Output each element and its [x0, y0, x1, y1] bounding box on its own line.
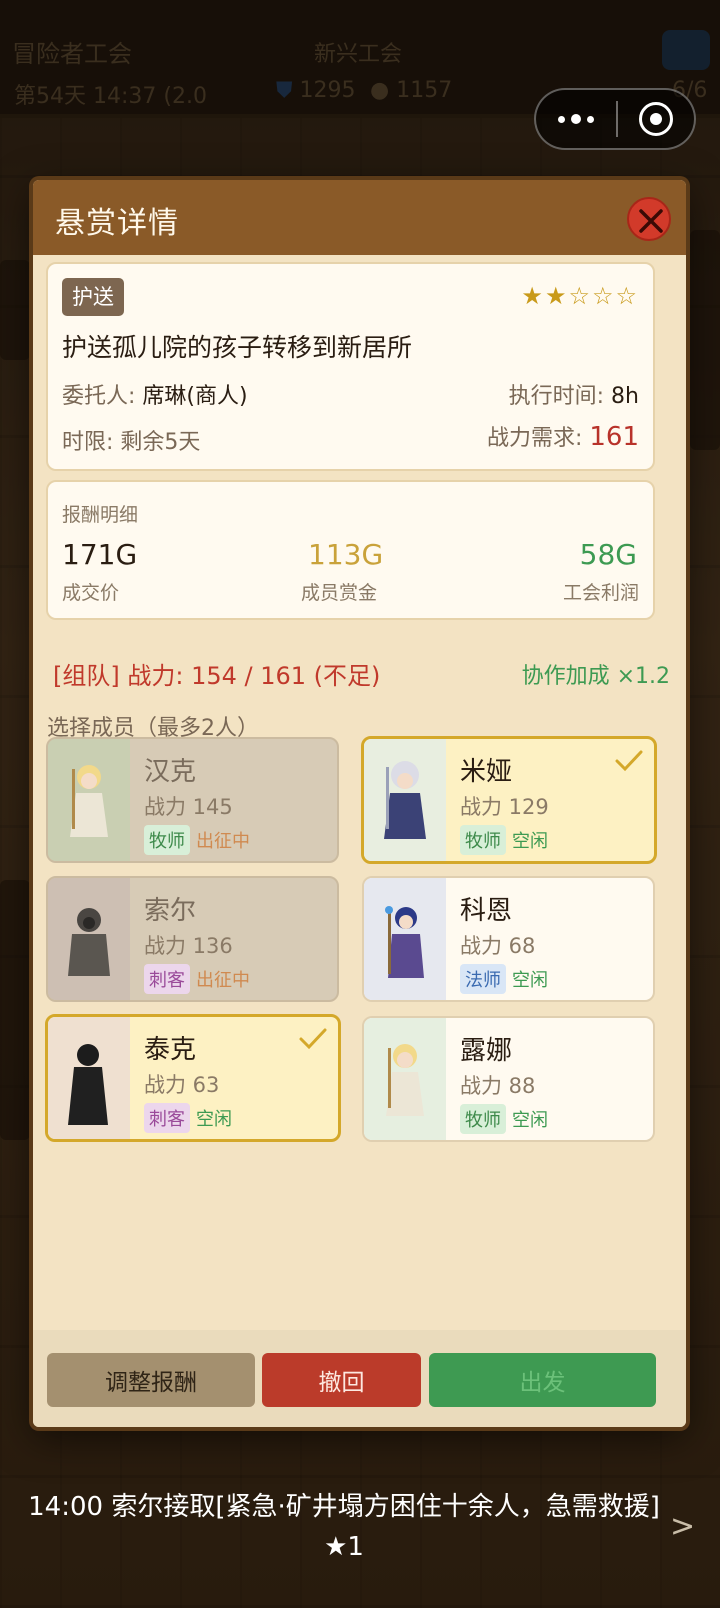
- member-portrait: [364, 739, 446, 861]
- member-power: 战力 88: [460, 1074, 536, 1098]
- coop-bonus: 协作加成 ×1.2: [521, 664, 670, 689]
- member-tags: 牧师 空闲: [460, 825, 548, 855]
- power-requirement: 161: [589, 422, 639, 452]
- member-portrait: [364, 1018, 446, 1140]
- modal-footer: 调整报酬 撤回 出发: [33, 1330, 686, 1427]
- member-bounty-label: 成员赏金: [301, 582, 378, 604]
- member-power: 战力 145: [144, 795, 233, 819]
- dot-icon: [571, 114, 581, 124]
- chevron-right-icon[interactable]: >: [670, 1509, 695, 1544]
- member-name: 泰克: [144, 1035, 197, 1065]
- member-portrait: [364, 878, 446, 1000]
- member-portrait: [48, 739, 130, 861]
- client-row: 委托人: 席琳(商人): [62, 384, 248, 409]
- class-tag: 法师: [460, 964, 506, 994]
- more-options-button[interactable]: [536, 90, 616, 148]
- bounty-detail-modal: 悬赏详情 护送 ★★☆☆☆ 护送孤儿院的孩子转移到新居所 委托人: 席琳(商人)…: [33, 180, 686, 1427]
- member-power: 战力 68: [460, 934, 536, 958]
- member-tags: 刺客 空闲: [144, 1103, 232, 1133]
- member-card[interactable]: 泰克 战力 63 刺客 空闲: [45, 1014, 341, 1142]
- guild-profit-label: 工会利润: [562, 582, 639, 604]
- member-name: 米娅: [460, 757, 513, 787]
- modal-header: 悬赏详情: [33, 180, 686, 255]
- quest-title: 护送孤儿院的孩子转移到新居所: [62, 333, 413, 362]
- difficulty-stars: ★★☆☆☆: [521, 282, 639, 310]
- power-requirement-row: 战力需求: 161: [486, 422, 639, 452]
- reward-card: 报酬明细 171G 成交价 113G 成员赏金 58G 工会利润: [46, 480, 655, 620]
- deal-price: 171G: [62, 538, 138, 571]
- class-tag: 牧师: [460, 825, 506, 855]
- deadline-value: 剩余5天: [120, 430, 201, 455]
- miniprogram-capsule: [534, 88, 696, 150]
- member-tags: 牧师 出征中: [144, 825, 250, 855]
- adjust-reward-button[interactable]: 调整报酬: [47, 1353, 255, 1407]
- quest-type-badge: 护送: [62, 278, 124, 316]
- star-empty-icon: ☆☆☆: [568, 282, 639, 310]
- member-name: 汉克: [144, 757, 197, 787]
- member-status: 空闲: [512, 970, 548, 991]
- member-status: 出征中: [196, 970, 250, 991]
- deal-price-label: 成交价: [62, 582, 120, 604]
- member-card[interactable]: 科恩 战力 68 法师 空闲: [362, 876, 655, 1002]
- class-tag: 刺客: [144, 964, 190, 994]
- member-name: 索尔: [144, 896, 197, 926]
- check-icon: [299, 1028, 327, 1050]
- guild-profit: 58G: [579, 538, 637, 571]
- member-card[interactable]: 米娅 战力 129 牧师 空闲: [361, 736, 657, 864]
- dot-icon: [558, 115, 565, 123]
- depart-button[interactable]: 出发: [429, 1353, 656, 1407]
- member-card[interactable]: 露娜 战力 88 牧师 空闲: [362, 1016, 655, 1142]
- member-portrait: [48, 1017, 130, 1139]
- quest-info-card: 护送 ★★☆☆☆ 护送孤儿院的孩子转移到新居所 委托人: 席琳(商人) 执行时间…: [46, 262, 655, 471]
- deadline-row: 时限: 剩余5天: [62, 430, 201, 455]
- ticker-text: 14:00 索尔接取[紧急·矿井塌方困住十余人，急需救援] ★1: [28, 1492, 660, 1562]
- member-status: 空闲: [196, 1109, 232, 1130]
- class-tag: 牧师: [144, 825, 190, 855]
- exit-miniprogram-button[interactable]: [618, 102, 694, 136]
- class-tag: 刺客: [144, 1103, 190, 1133]
- member-status: 空闲: [512, 831, 548, 852]
- dot-icon: [587, 115, 594, 123]
- member-name: 科恩: [460, 896, 513, 926]
- team-power-summary: [组队] 战力: 154 / 161 (不足): [53, 662, 381, 690]
- member-power: 战力 63: [144, 1073, 220, 1097]
- target-icon: [639, 102, 673, 136]
- member-status: 出征中: [196, 831, 250, 852]
- exec-time: 8h: [611, 384, 639, 409]
- class-tag: 牧师: [460, 1104, 506, 1134]
- member-name: 露娜: [460, 1036, 513, 1066]
- exec-time-row: 执行时间: 8h: [508, 384, 639, 409]
- reward-heading: 报酬明细: [62, 504, 139, 526]
- member-card[interactable]: 汉克 战力 145 牧师 出征中: [46, 737, 339, 863]
- member-card[interactable]: 索尔 战力 136 刺客 出征中: [46, 876, 339, 1002]
- member-power: 战力 136: [144, 934, 233, 958]
- member-power: 战力 129: [460, 795, 549, 819]
- close-icon: [639, 209, 663, 233]
- modal-title: 悬赏详情: [55, 206, 179, 241]
- member-tags: 刺客 出征中: [144, 964, 250, 994]
- member-tags: 法师 空闲: [460, 964, 548, 994]
- event-ticker[interactable]: 14:00 索尔接取[紧急·矿井塌方困住十余人，急需救援] ★1 >: [0, 1487, 720, 1575]
- star-filled-icon: ★★: [521, 282, 569, 310]
- check-icon: [615, 750, 643, 772]
- member-bounty: 113G: [308, 538, 384, 571]
- member-status: 空闲: [512, 1110, 548, 1131]
- withdraw-button[interactable]: 撤回: [262, 1353, 421, 1407]
- close-button[interactable]: [627, 197, 671, 241]
- member-tags: 牧师 空闲: [460, 1104, 548, 1134]
- client-name: 席琳(商人): [142, 384, 248, 409]
- member-portrait: [48, 878, 130, 1000]
